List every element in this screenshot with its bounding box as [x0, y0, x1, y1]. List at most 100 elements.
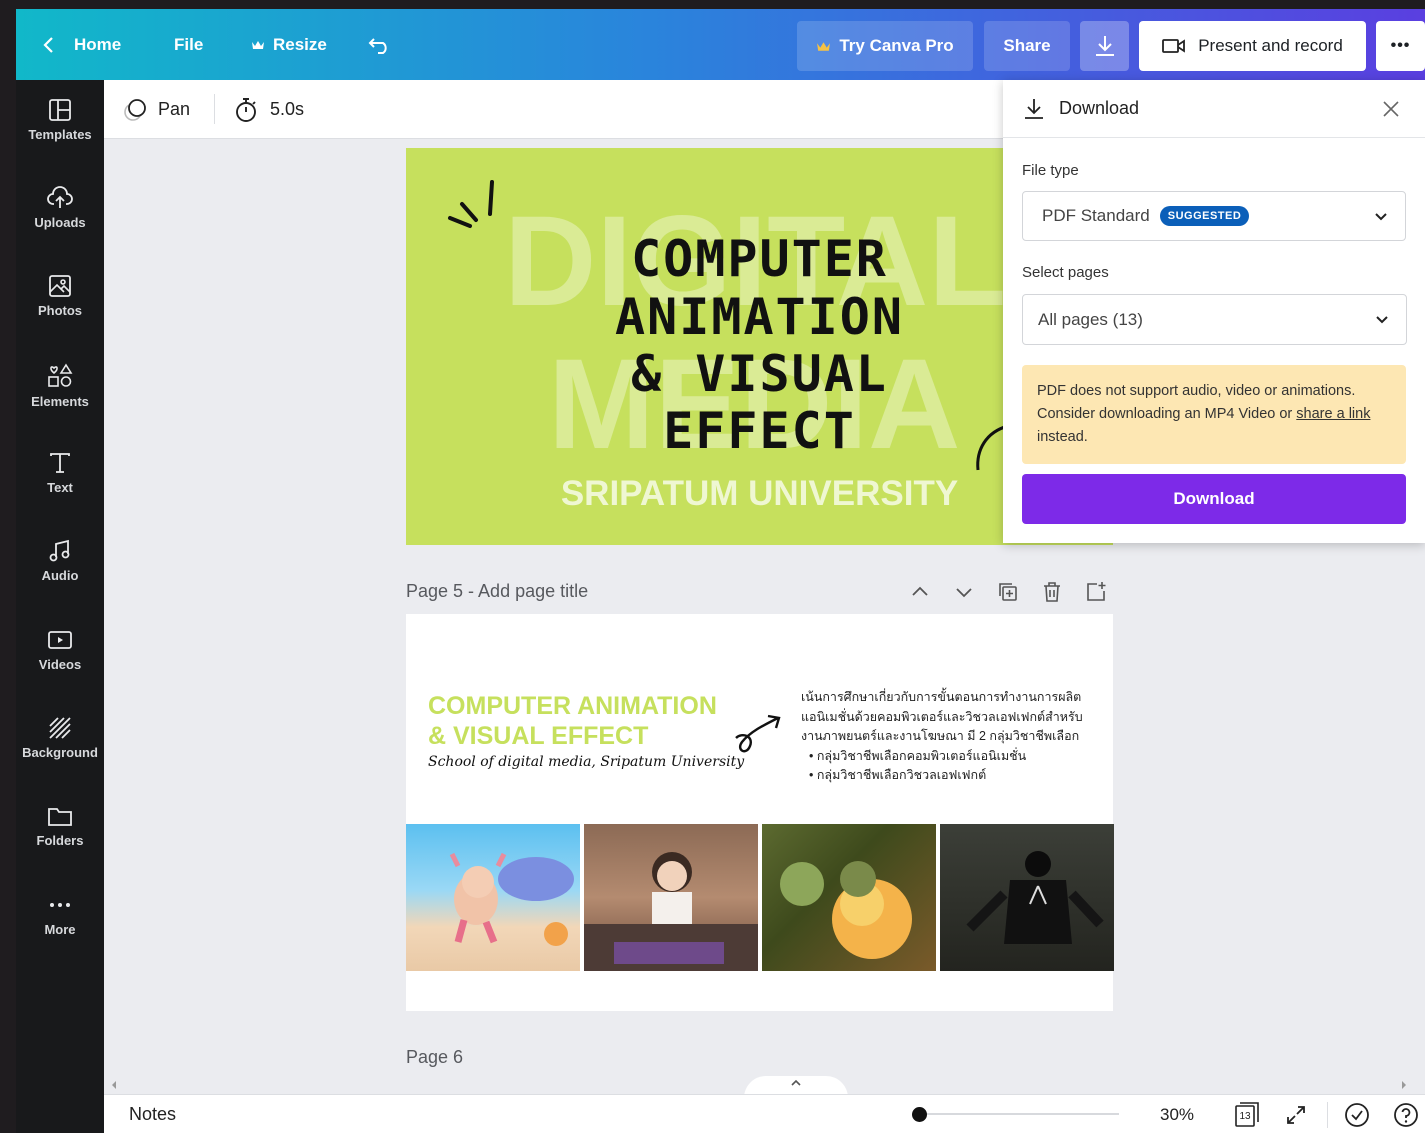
scroll-right-icon[interactable]	[1400, 1080, 1408, 1090]
sidebar-item-text[interactable]: Text	[16, 443, 104, 523]
p5-bullet-text: กลุ่มวิชาชีพเลือกคอมพิวเตอร์แอนิเมชั่น	[816, 748, 1027, 763]
present-label: Present and record	[1198, 36, 1343, 55]
more-options-button[interactable]: •••	[1376, 21, 1425, 71]
thumbnail-girl-image	[584, 824, 758, 971]
pdf-warning-box: PDF does not support audio, video or ani…	[1022, 365, 1406, 464]
folder-icon	[48, 808, 72, 826]
text-icon	[50, 453, 70, 473]
select-pages-label: Select pages	[1022, 264, 1109, 281]
sidebar-item-label: Audio	[41, 568, 79, 583]
sidebar: Templates Uploads Photos Elements Text A…	[16, 80, 104, 1133]
image-icon	[49, 275, 71, 297]
chevron-down-icon	[1376, 316, 1388, 324]
warning-text-3: instead.	[1037, 429, 1088, 445]
p5-bullet-1: • กลุ่มวิชาชีพเลือกคอมพิวเตอร์แอนิเมชั่น	[809, 748, 1027, 763]
sidebar-item-label: Uploads	[34, 215, 86, 230]
sidebar-item-folders[interactable]: Folders	[16, 796, 104, 876]
file-menu[interactable]: File	[174, 9, 203, 80]
download-icon	[1025, 98, 1043, 119]
doodle-marks-icon	[448, 180, 494, 228]
close-icon[interactable]	[1382, 100, 1400, 118]
page-5-controls	[909, 581, 1107, 603]
flower-creature-icon	[780, 861, 912, 959]
file-type-value: PDF Standard	[1042, 206, 1150, 225]
shapes-icon	[48, 363, 73, 387]
sidebar-item-label: Videos	[38, 657, 82, 672]
zoom-level[interactable]: 30%	[1160, 1095, 1194, 1133]
home-label: Home	[74, 34, 122, 54]
sidebar-item-photos[interactable]: Photos	[16, 266, 104, 346]
top-bar: Home File Resize Try Canva Pro Share Pre…	[16, 9, 1425, 80]
present-and-record-button[interactable]: Present and record	[1139, 21, 1366, 71]
cloud-upload-icon	[47, 186, 73, 208]
p5-bullet-text: กลุ่มวิชาชีพเลือกวิชวลเอฟเฟกต์	[816, 768, 987, 782]
p5-desc-line-2: แอนิเมชั่นด้วยคอมพิวเตอร์และวิชวลเอฟเฟกต…	[801, 709, 1083, 724]
thumbnail-robot-image	[940, 824, 1114, 971]
sidebar-item-background[interactable]: Background	[16, 708, 104, 788]
undo-button[interactable]	[368, 9, 392, 80]
scroll-left-icon[interactable]	[110, 1080, 118, 1090]
p5-description: เน้นการศึกษาเกี่ยวกับการขั้นตอนการทำงานก…	[801, 688, 1083, 786]
select-pages-value: All pages (13)	[1038, 309, 1143, 329]
sidebar-item-label: Text	[47, 480, 73, 495]
duration-button[interactable]: 5.0s	[234, 80, 304, 139]
select-pages-select[interactable]: All pages (13)	[1022, 294, 1407, 345]
p5-title-line-1: COMPUTER ANIMATION	[428, 692, 717, 720]
notes-expand-tab[interactable]	[744, 1076, 848, 1094]
suggested-badge: SUGGESTED	[1159, 206, 1250, 226]
check-circle-icon[interactable]	[1344, 1102, 1370, 1128]
chevron-up-icon[interactable]	[909, 581, 931, 603]
share-a-link[interactable]: share a link	[1296, 406, 1370, 422]
curly-arrow-icon	[735, 714, 781, 753]
fullscreen-icon[interactable]	[1284, 1103, 1308, 1127]
trash-icon[interactable]	[1041, 581, 1063, 603]
thumbnail-axolotl-image	[406, 824, 580, 971]
zoom-slider-handle[interactable]	[912, 1107, 927, 1122]
sidebar-item-label: More	[44, 922, 76, 937]
sidebar-item-uploads[interactable]: Uploads	[16, 178, 104, 258]
resize-label: Resize	[273, 34, 327, 54]
crown-icon	[252, 40, 264, 49]
help-icon[interactable]	[1393, 1102, 1419, 1128]
chevron-left-icon	[43, 36, 53, 53]
download-panel: Download File type PDF Standard SUGGESTE…	[1003, 80, 1425, 543]
download-toggle-button[interactable]	[1080, 21, 1129, 71]
undo-icon	[368, 37, 387, 54]
notes-button[interactable]: Notes	[129, 1095, 176, 1133]
sidebar-item-templates[interactable]: Templates	[16, 90, 104, 170]
duration-label: 5.0s	[270, 99, 305, 119]
canva-editor: Home File Resize Try Canva Pro Share Pre…	[16, 9, 1425, 1133]
sidebar-item-label: Photos	[37, 303, 83, 318]
try-canva-pro-button[interactable]: Try Canva Pro	[797, 21, 973, 71]
chevron-up-icon	[791, 1079, 801, 1086]
design-page-5[interactable]: COMPUTER ANIMATION & VISUAL EFFECT Schoo…	[406, 614, 1114, 1011]
home-link[interactable]: Home	[42, 9, 121, 80]
sidebar-item-more[interactable]: More	[16, 885, 104, 965]
zoom-slider-track[interactable]	[919, 1113, 1119, 1115]
sidebar-item-videos[interactable]: Videos	[16, 620, 104, 700]
sidebar-item-label: Background	[22, 745, 98, 760]
templates-icon	[49, 99, 71, 121]
page-grid-button[interactable]: 13	[1234, 1101, 1260, 1128]
file-type-label: File type	[1022, 162, 1079, 179]
file-label: File	[174, 34, 204, 54]
pan-label: Pan	[158, 99, 191, 119]
file-type-select[interactable]: PDF Standard SUGGESTED	[1022, 191, 1406, 241]
girl-character-icon	[584, 852, 758, 971]
chevron-down-icon	[1375, 213, 1387, 221]
sidebar-item-elements[interactable]: Elements	[16, 355, 104, 435]
pan-animation-button[interactable]: Pan	[122, 80, 190, 139]
chevron-down-icon[interactable]	[953, 581, 975, 603]
page-6-title[interactable]: Page 6	[406, 1047, 463, 1068]
page-5-title[interactable]: Page 5 - Add page title	[406, 581, 588, 602]
download-button[interactable]: Download	[1022, 474, 1406, 524]
bottom-bar: Notes 30% 13	[104, 1094, 1425, 1133]
p5-desc-line-1: เน้นการศึกษาเกี่ยวกับการขั้นตอนการทำงานก…	[801, 690, 1082, 704]
share-button[interactable]: Share	[984, 21, 1070, 71]
sidebar-item-audio[interactable]: Audio	[16, 531, 104, 611]
axolotl-character-icon	[449, 852, 574, 946]
download-panel-title: Download	[1059, 98, 1140, 118]
add-page-icon[interactable]	[1085, 581, 1107, 603]
duplicate-page-icon[interactable]	[997, 581, 1019, 603]
resize-button[interactable]: Resize	[251, 9, 327, 80]
